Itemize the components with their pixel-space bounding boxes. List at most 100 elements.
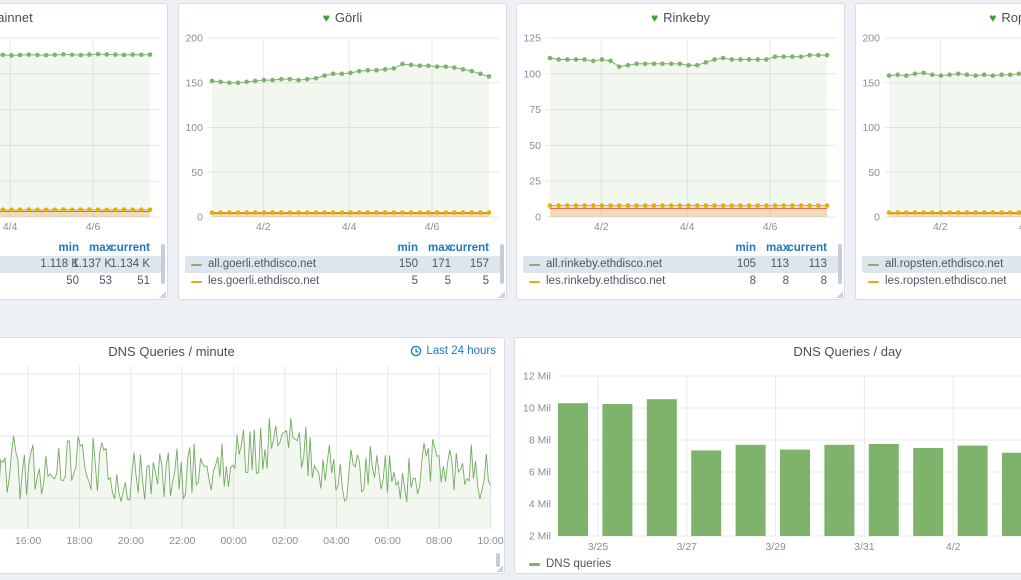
series-name[interactable]: les.goerli.ethdisco.net (208, 273, 319, 290)
series-color-dash (529, 562, 540, 566)
series-max: 8 (782, 275, 789, 287)
panel-title-mainnet[interactable]: ♥Mainnet (0, 10, 167, 25)
svg-text:2 Mil: 2 Mil (529, 531, 551, 543)
legend-scrollbar[interactable] (838, 244, 842, 284)
legend-row[interactable]: les.rinkeby.ethdisco.net 8 8 8 (523, 273, 838, 290)
legend-scrollbar[interactable] (161, 244, 165, 284)
panel-dns-queries-day: DNS Queries / day 2 Mil 4 Mil 6 Mil 8 Mil 10… (514, 337, 1021, 574)
legend-sort-min[interactable]: min (398, 241, 418, 256)
svg-text:100: 100 (523, 68, 541, 80)
svg-text:4/4: 4/4 (3, 221, 18, 233)
svg-text:3/25: 3/25 (588, 541, 609, 553)
legend-rinkeby: min max current all.rinkeby.ethdisco.net… (523, 241, 838, 290)
svg-text:12 Mil: 12 Mil (523, 371, 551, 383)
series-name[interactable]: all.ropsten.ethdisco.net (885, 256, 1003, 273)
series-min: 8 (749, 275, 756, 287)
legend-scrollbar[interactable] (500, 244, 504, 284)
series-color-dash (529, 281, 540, 283)
legend-sort-min[interactable]: min (59, 241, 79, 256)
panel-title-dns-day[interactable]: DNS Queries / day (515, 344, 1021, 359)
rinkeby-chart[interactable]: 0 25 50 75 100 125 4/2 4/4 4/6 (517, 4, 846, 239)
legend-sort-current[interactable]: current (787, 241, 827, 256)
svg-text:150: 150 (862, 77, 880, 89)
svg-text:20:00: 20:00 (118, 535, 144, 547)
series-current: 113 (808, 258, 827, 270)
svg-text:10 Mil: 10 Mil (523, 403, 551, 415)
mainnet-chart[interactable]: 4/24/44/6 (0, 4, 169, 239)
legend-sort-max[interactable]: max (428, 241, 451, 256)
green-heart-icon: ♥ (650, 11, 659, 25)
svg-text:4/2: 4/2 (933, 221, 948, 233)
svg-text:4/6: 4/6 (86, 221, 101, 233)
legend-dns-queries[interactable]: DNS queries (529, 558, 611, 570)
svg-text:08:00: 08:00 (426, 535, 452, 547)
legend-sort-min[interactable]: min (736, 241, 756, 256)
legend-sort-max[interactable]: max (766, 241, 789, 256)
svg-text:10:00: 10:00 (477, 535, 503, 547)
legend-goerli: min max current all.goerli.ethdisco.net … (185, 241, 500, 290)
panel-resize-handle[interactable] (159, 291, 166, 298)
legend-row[interactable]: les.mainnet.ethdisco.net 50 53 51 (0, 273, 161, 290)
series-current: 5 (482, 275, 489, 287)
svg-text:50: 50 (868, 167, 880, 179)
legend-sort-max[interactable]: max (89, 241, 112, 256)
legend-header: min max current (862, 241, 1021, 256)
svg-text:50: 50 (191, 167, 203, 179)
legend-row[interactable]: all.mainnet.ethdisco.net 1.118 K 1.137 K… (0, 256, 161, 273)
series-min: 105 (736, 258, 756, 270)
legend-sort-current[interactable]: current (110, 241, 150, 256)
svg-text:6 Mil: 6 Mil (529, 467, 551, 479)
time-range-control[interactable]: Last 24 hours (410, 345, 496, 357)
svg-text:4/4: 4/4 (680, 221, 695, 233)
series-color-dash (868, 264, 879, 266)
series-name[interactable]: les.ropsten.ethdisco.net (885, 273, 1006, 290)
panel-title-label: Mainnet (0, 10, 33, 25)
legend-row[interactable]: les.ropsten.ethdisco.net (862, 273, 1021, 290)
series-current: 51 (137, 275, 150, 287)
series-color-dash (191, 281, 202, 283)
series-max: 171 (431, 258, 451, 270)
svg-text:4/2: 4/2 (256, 221, 271, 233)
panel-resize-handle[interactable] (498, 291, 505, 298)
svg-text:4/4: 4/4 (342, 221, 357, 233)
svg-text:4/2: 4/2 (594, 221, 609, 233)
dns-day-chart[interactable]: 2 Mil 4 Mil 6 Mil 8 Mil 10 Mil 12 Mil 3/25 3/27… (515, 338, 1021, 554)
series-name: DNS queries (546, 558, 612, 570)
legend-sort-current[interactable]: current (449, 241, 489, 256)
goerli-chart[interactable]: 0 50 100 150 200 4/2 4/4 4/6 (179, 4, 508, 239)
legend-row[interactable]: all.ropsten.ethdisco.net (862, 256, 1021, 273)
svg-text:8 Mil: 8 Mil (529, 435, 551, 447)
series-color-dash (191, 264, 202, 266)
legend-row[interactable]: all.rinkeby.ethdisco.net 105 113 113 (523, 256, 838, 273)
legend-header: min max current (523, 241, 838, 256)
series-name[interactable]: all.rinkeby.ethdisco.net (546, 256, 662, 273)
series-color-dash (868, 281, 879, 283)
svg-text:200: 200 (185, 33, 203, 45)
panel-title-goerli[interactable]: ♥ Görli (179, 10, 506, 25)
dns-minute-chart[interactable]: 16:00 18:00 20:00 22:00 00:00 02:00 04:00 06:00… (0, 338, 506, 554)
ropsten-chart[interactable]: 0501001502004/24/44/6 (856, 4, 1021, 239)
panel-rinkeby: ♥ Rinkeby 0 25 50 75 100 125 4/2 4/4 4/6 min max … (516, 3, 845, 300)
panel-resize-handle[interactable] (496, 565, 503, 572)
svg-text:4/6: 4/6 (763, 221, 778, 233)
svg-text:3/27: 3/27 (677, 541, 698, 553)
svg-text:04:00: 04:00 (323, 535, 349, 547)
panel-resize-handle[interactable] (836, 291, 843, 298)
series-current: 1.134 K (110, 258, 150, 270)
series-name[interactable]: les.rinkeby.ethdisco.net (546, 273, 665, 290)
legend-header: min max current (185, 241, 500, 256)
svg-text:18:00: 18:00 (66, 535, 92, 547)
series-name[interactable]: all.goerli.ethdisco.net (208, 256, 316, 273)
legend-header: min max current (0, 241, 161, 256)
panel-ropsten: ♥Ropsten 0501001502004/24/44/6 min max c… (855, 3, 1021, 300)
svg-text:150: 150 (185, 77, 203, 89)
legend-row[interactable]: all.goerli.ethdisco.net 150 171 157 (185, 256, 500, 273)
panel-title-ropsten[interactable]: ♥ Ropsten (856, 10, 1021, 25)
panel-title-rinkeby[interactable]: ♥ Rinkeby (517, 10, 844, 25)
legend-row[interactable]: les.goerli.ethdisco.net 5 5 5 (185, 273, 500, 290)
svg-text:200: 200 (862, 33, 880, 45)
series-max: 53 (99, 275, 112, 287)
series-min: 150 (398, 258, 418, 270)
svg-text:50: 50 (529, 140, 541, 152)
series-color-dash (529, 264, 540, 266)
